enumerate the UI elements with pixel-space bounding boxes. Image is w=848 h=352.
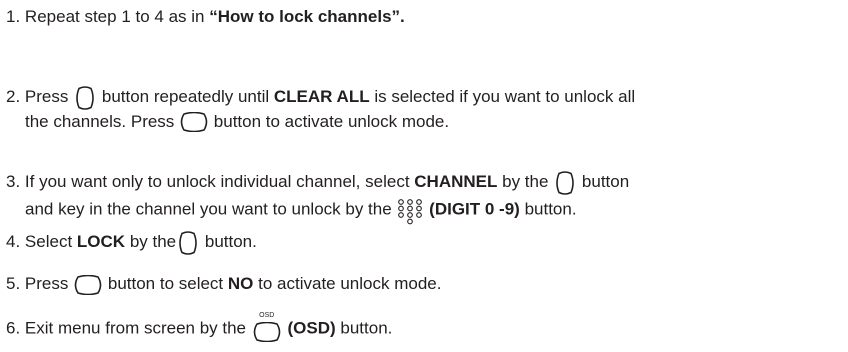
step-text: button to select: [107, 274, 224, 293]
step-number: 5.: [6, 274, 21, 293]
step-link-text: “How to lock channels”.: [209, 7, 405, 26]
step-text: button.: [340, 318, 393, 338]
step-text: button to activate unlock mode.: [213, 111, 450, 131]
up-down-button-icon: [176, 230, 200, 255]
ok-button-icon: [179, 112, 209, 133]
osd-button-icon: OSD: [251, 312, 283, 344]
instruction-page: 1. Repeat step 1 to 4 as in “How to lock…: [0, 0, 848, 352]
step-text: and key in the channel you want to unloc…: [25, 199, 392, 218]
step-text: button.: [524, 199, 577, 218]
step-number: 1.: [6, 7, 21, 26]
step-text: If you want only to unlock individual ch…: [24, 172, 410, 191]
step-bold-text: LOCK: [76, 232, 126, 251]
step-text: Exit menu from screen by the: [24, 318, 247, 338]
step-text: Press: [24, 87, 69, 106]
step-text: by the: [129, 232, 177, 251]
step-number: 6.: [6, 318, 21, 338]
step-number: 4.: [6, 232, 21, 251]
ok-button-icon: [73, 274, 103, 295]
step-text: to activate unlock mode.: [258, 274, 442, 293]
step-2: 2. Press button repeatedly until CLEAR A…: [6, 85, 635, 134]
step-text: Select: [24, 232, 73, 251]
step-5: 5. Press button to select NO to activate…: [6, 272, 441, 296]
digit-keypad-icon: [396, 198, 424, 228]
step-3: 3. If you want only to unlock individual…: [6, 170, 629, 225]
step-bold-text: NO: [227, 274, 254, 293]
step-text: button: [581, 172, 630, 191]
step-text: the channels. Press: [25, 111, 175, 131]
osd-icon-label: OSD: [259, 312, 275, 319]
step-bold-text: (DIGIT 0 -9): [429, 199, 520, 218]
step-bold-text: CHANNEL: [414, 172, 498, 191]
up-down-button-icon: [73, 85, 97, 110]
step-number: 2.: [6, 87, 21, 106]
step-number: 3.: [6, 172, 21, 191]
step-bold-text: (OSD): [287, 318, 336, 338]
step-1: 1. Repeat step 1 to 4 as in “How to lock…: [6, 5, 405, 29]
step-text: button.: [204, 232, 257, 251]
step-text: Repeat step 1 to 4 as in: [24, 7, 210, 26]
step-4: 4. Select LOCK by the button.: [6, 230, 257, 255]
step-text: is selected if you want to unlock all: [374, 87, 636, 106]
step-text: by the: [502, 172, 549, 191]
up-down-button-icon: [553, 170, 577, 195]
step-bold-text: CLEAR ALL: [273, 87, 370, 106]
step-text: Press: [24, 274, 69, 293]
step-6: 6. Exit menu from screen by the OSD (OSD…: [6, 312, 393, 344]
step-text: button repeatedly until: [101, 87, 270, 106]
